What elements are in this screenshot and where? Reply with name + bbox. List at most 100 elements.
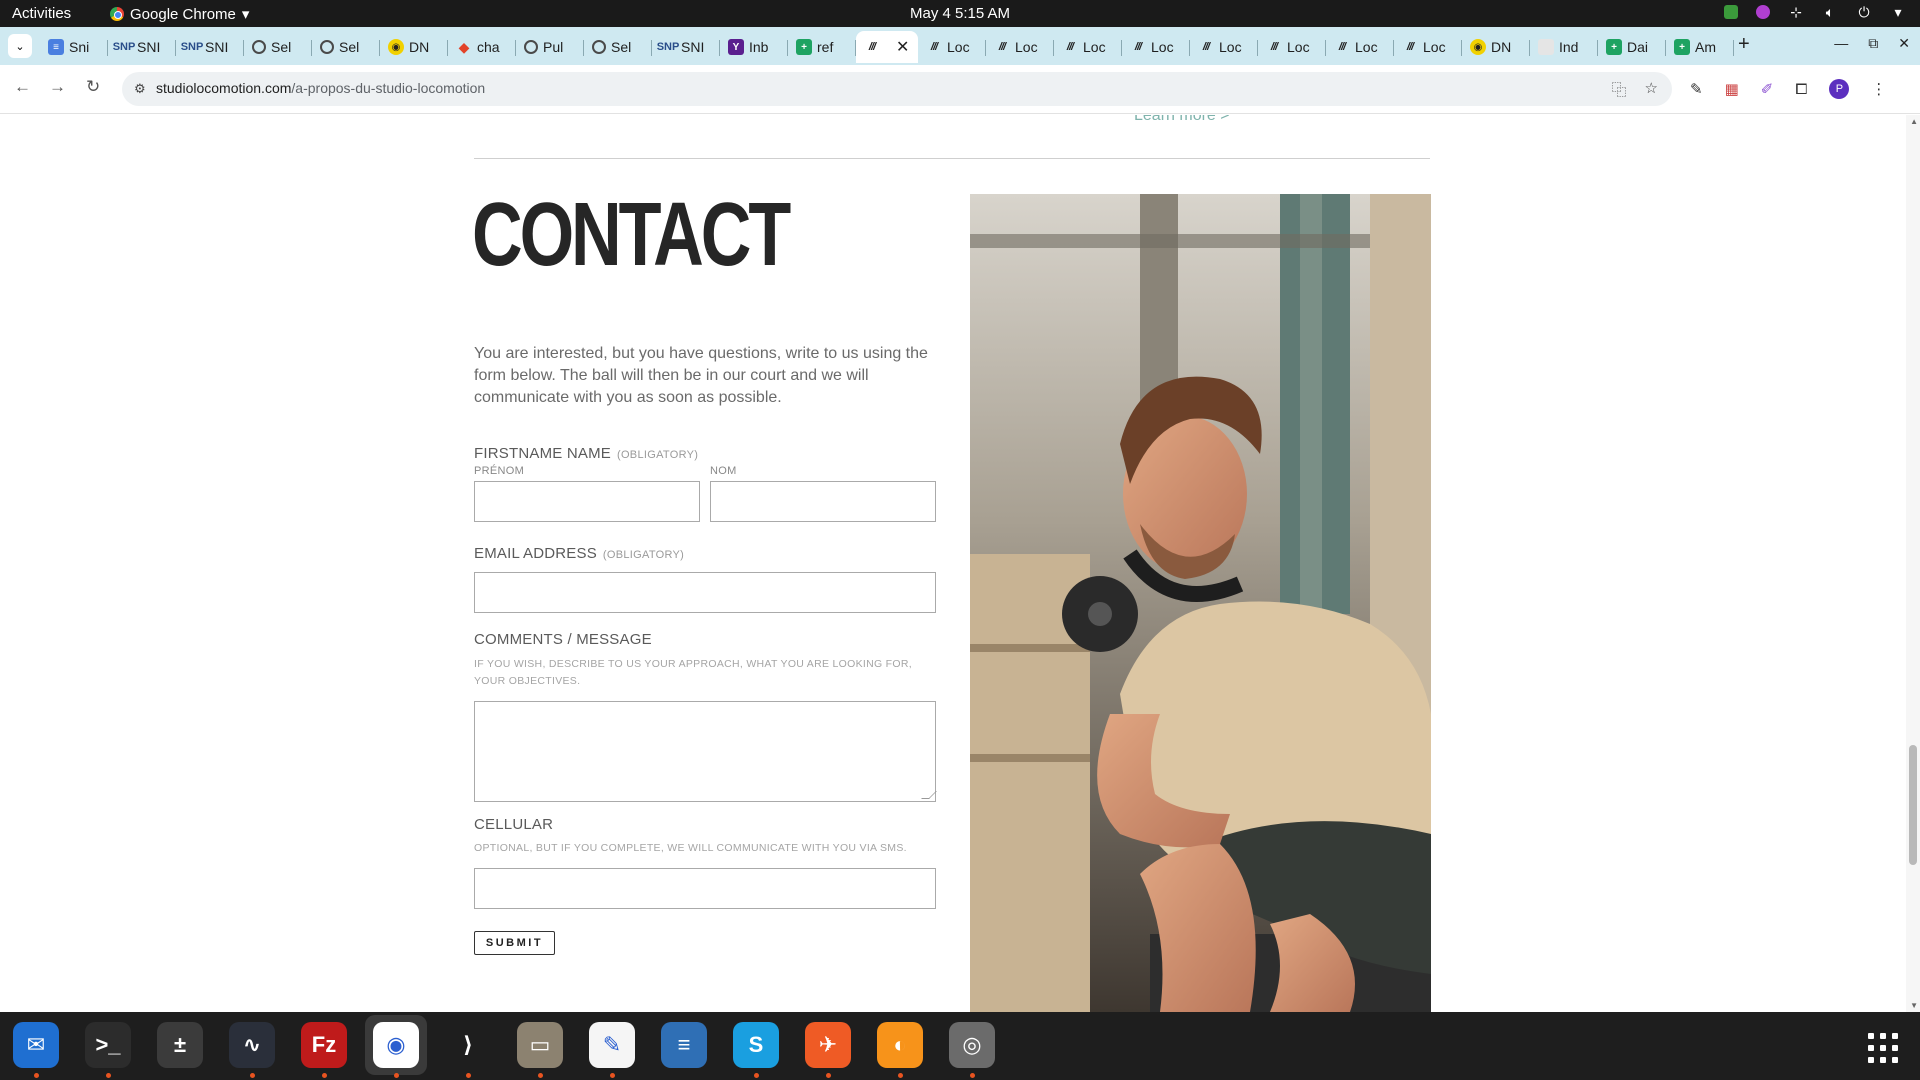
address-bar[interactable]: ⚙ studiolocomotion.com/a-propos-du-studi… [122, 72, 1672, 106]
dn-icon: ◉ [388, 39, 404, 55]
system-top-bar: Activities Google Chrome ▾ May 4 5:15 AM… [0, 0, 1920, 27]
filezilla-icon[interactable]: Fz [299, 1020, 349, 1070]
resize-grip-icon[interactable] [921, 791, 937, 799]
tab-active[interactable]: /// ✕ [856, 31, 918, 63]
translate-icon[interactable]: ⿻ [1612, 79, 1627, 100]
submit-button[interactable]: SUBMIT [474, 931, 555, 955]
profile-avatar[interactable]: P [1829, 79, 1850, 99]
tab[interactable]: ◆ cha [448, 31, 516, 63]
section-divider [474, 158, 1430, 159]
network-icon[interactable]: ⊹ [1788, 4, 1804, 20]
scrollbar-thumb[interactable] [1909, 745, 1917, 865]
close-tab-icon[interactable]: ✕ [896, 37, 909, 57]
comments-textarea[interactable] [474, 701, 937, 802]
thunderbird-icon[interactable]: ✉ [11, 1020, 61, 1070]
tab-label: SNI [681, 39, 705, 55]
system-monitor-icon[interactable]: ∿ [227, 1020, 277, 1070]
site-info-icon[interactable]: ⚙ [134, 81, 146, 97]
firstname-sublabel: PRÉNOM [474, 465, 525, 477]
url-text[interactable]: studiolocomotion.com/a-propos-du-studio-… [156, 80, 485, 96]
skype-icon[interactable]: S [731, 1020, 781, 1070]
cellular-label: CELLULAR [474, 816, 554, 833]
writer-icon[interactable]: ≡ [659, 1020, 709, 1070]
tab[interactable]: Sel [244, 31, 312, 63]
tab-search-button[interactable]: ⌄ [8, 34, 32, 58]
pen-icon[interactable]: ✐ [1761, 80, 1774, 98]
tab[interactable]: + ref [788, 31, 856, 63]
bookmark-star-icon[interactable]: ☆ [1645, 79, 1658, 100]
email-input[interactable] [474, 572, 936, 613]
name-label-text: FIRSTNAME NAME [474, 445, 611, 462]
tab[interactable]: /// Loc [1122, 31, 1190, 63]
terminal-icon[interactable]: >_ [83, 1020, 133, 1070]
running-indicator [466, 1073, 471, 1078]
yahoo-icon: Y [728, 39, 744, 55]
tab[interactable]: Pul [516, 31, 584, 63]
kebab-menu-icon[interactable]: ⋮ [1871, 80, 1886, 98]
tab[interactable]: /// Loc [1326, 31, 1394, 63]
tab[interactable]: /// Loc [986, 31, 1054, 63]
tab[interactable]: + Am [1666, 31, 1734, 63]
tab[interactable]: SNP SNI [108, 31, 176, 63]
cellular-input[interactable] [474, 868, 936, 909]
tab-label: Inb [749, 39, 769, 55]
tab[interactable]: + Dai [1598, 31, 1666, 63]
chevron-down-icon[interactable]: ▾ [1890, 4, 1906, 20]
chrome-icon[interactable]: ◉ [365, 1015, 427, 1075]
lastname-input[interactable] [710, 481, 936, 522]
back-arrow-icon[interactable]: ← [14, 77, 31, 97]
learn-more-link[interactable]: Learn more > [1134, 115, 1230, 125]
minimize-icon[interactable]: — [1834, 35, 1848, 52]
volume-icon[interactable]: 🔈︎ [1822, 4, 1838, 20]
system-tray[interactable]: ⊹ 🔈︎ ⏻ ▾ [1724, 4, 1906, 20]
shield-check-icon[interactable] [1724, 5, 1738, 19]
clock[interactable]: May 4 5:15 AM [910, 5, 1010, 22]
running-indicator [826, 1073, 831, 1078]
tab[interactable]: /// Loc [1190, 31, 1258, 63]
calculator-icon[interactable]: ± [155, 1020, 205, 1070]
tab[interactable]: ≡ Sni [40, 31, 108, 63]
disk-icon[interactable]: ◎ [947, 1020, 997, 1070]
running-indicator [322, 1073, 327, 1078]
tab[interactable]: SNP SNI [652, 31, 720, 63]
email-label-text: EMAIL ADDRESS [474, 545, 597, 562]
tab[interactable]: Sel [312, 31, 380, 63]
page-scrollbar[interactable]: ▲ ▼ [1906, 115, 1920, 1012]
eyedropper-icon[interactable]: ✎ [1690, 80, 1703, 98]
tab[interactable]: Sel [584, 31, 652, 63]
locomotion-icon: /// [1406, 41, 1414, 53]
color-picker-icon[interactable] [1756, 5, 1770, 19]
app-menu[interactable]: Google Chrome ▾ [110, 5, 249, 23]
vscode-icon[interactable]: ⟩ [443, 1020, 493, 1070]
tab[interactable]: SNP SNI [176, 31, 244, 63]
activities-button[interactable]: Activities [12, 5, 71, 22]
files-icon[interactable]: ▭ [515, 1020, 565, 1070]
tab-label: Loc [1423, 39, 1446, 55]
calendar-icon[interactable]: ▦ [1725, 80, 1739, 98]
tab[interactable]: ◉ DN [1462, 31, 1530, 63]
show-apps-grid-icon[interactable] [1868, 1033, 1898, 1063]
reload-icon[interactable]: ↻ [86, 77, 100, 97]
chrome-icon-glyph: ◉ [373, 1022, 419, 1068]
scroll-up-arrow-icon[interactable]: ▲ [1910, 117, 1918, 126]
tab-label: Loc [1083, 39, 1106, 55]
locomotion-icon: /// [1202, 41, 1210, 53]
power-icon[interactable]: ⏻ [1856, 4, 1872, 20]
tab[interactable]: /// Loc [918, 31, 986, 63]
tab[interactable]: ◉ DN [380, 31, 448, 63]
tab[interactable]: /// Loc [1258, 31, 1326, 63]
firstname-input[interactable] [474, 481, 700, 522]
tab[interactable]: /// Loc [1394, 31, 1462, 63]
text-editor-icon[interactable]: ✎ [587, 1020, 637, 1070]
flame-icon[interactable]: ◐ [875, 1020, 925, 1070]
extensions-puzzle-icon[interactable]: ⧠ [1795, 81, 1807, 98]
restore-icon[interactable]: ⧉ [1868, 35, 1878, 52]
scroll-down-arrow-icon[interactable]: ▼ [1910, 1001, 1918, 1010]
postman-icon[interactable]: ✈ [803, 1020, 853, 1070]
new-tab-button[interactable]: + [1738, 33, 1750, 56]
close-window-icon[interactable]: ✕ [1898, 35, 1910, 52]
tab[interactable]: Ind [1530, 31, 1598, 63]
tab[interactable]: /// Loc [1054, 31, 1122, 63]
tab[interactable]: Y Inb [720, 31, 788, 63]
forward-arrow-icon[interactable]: → [49, 77, 66, 97]
